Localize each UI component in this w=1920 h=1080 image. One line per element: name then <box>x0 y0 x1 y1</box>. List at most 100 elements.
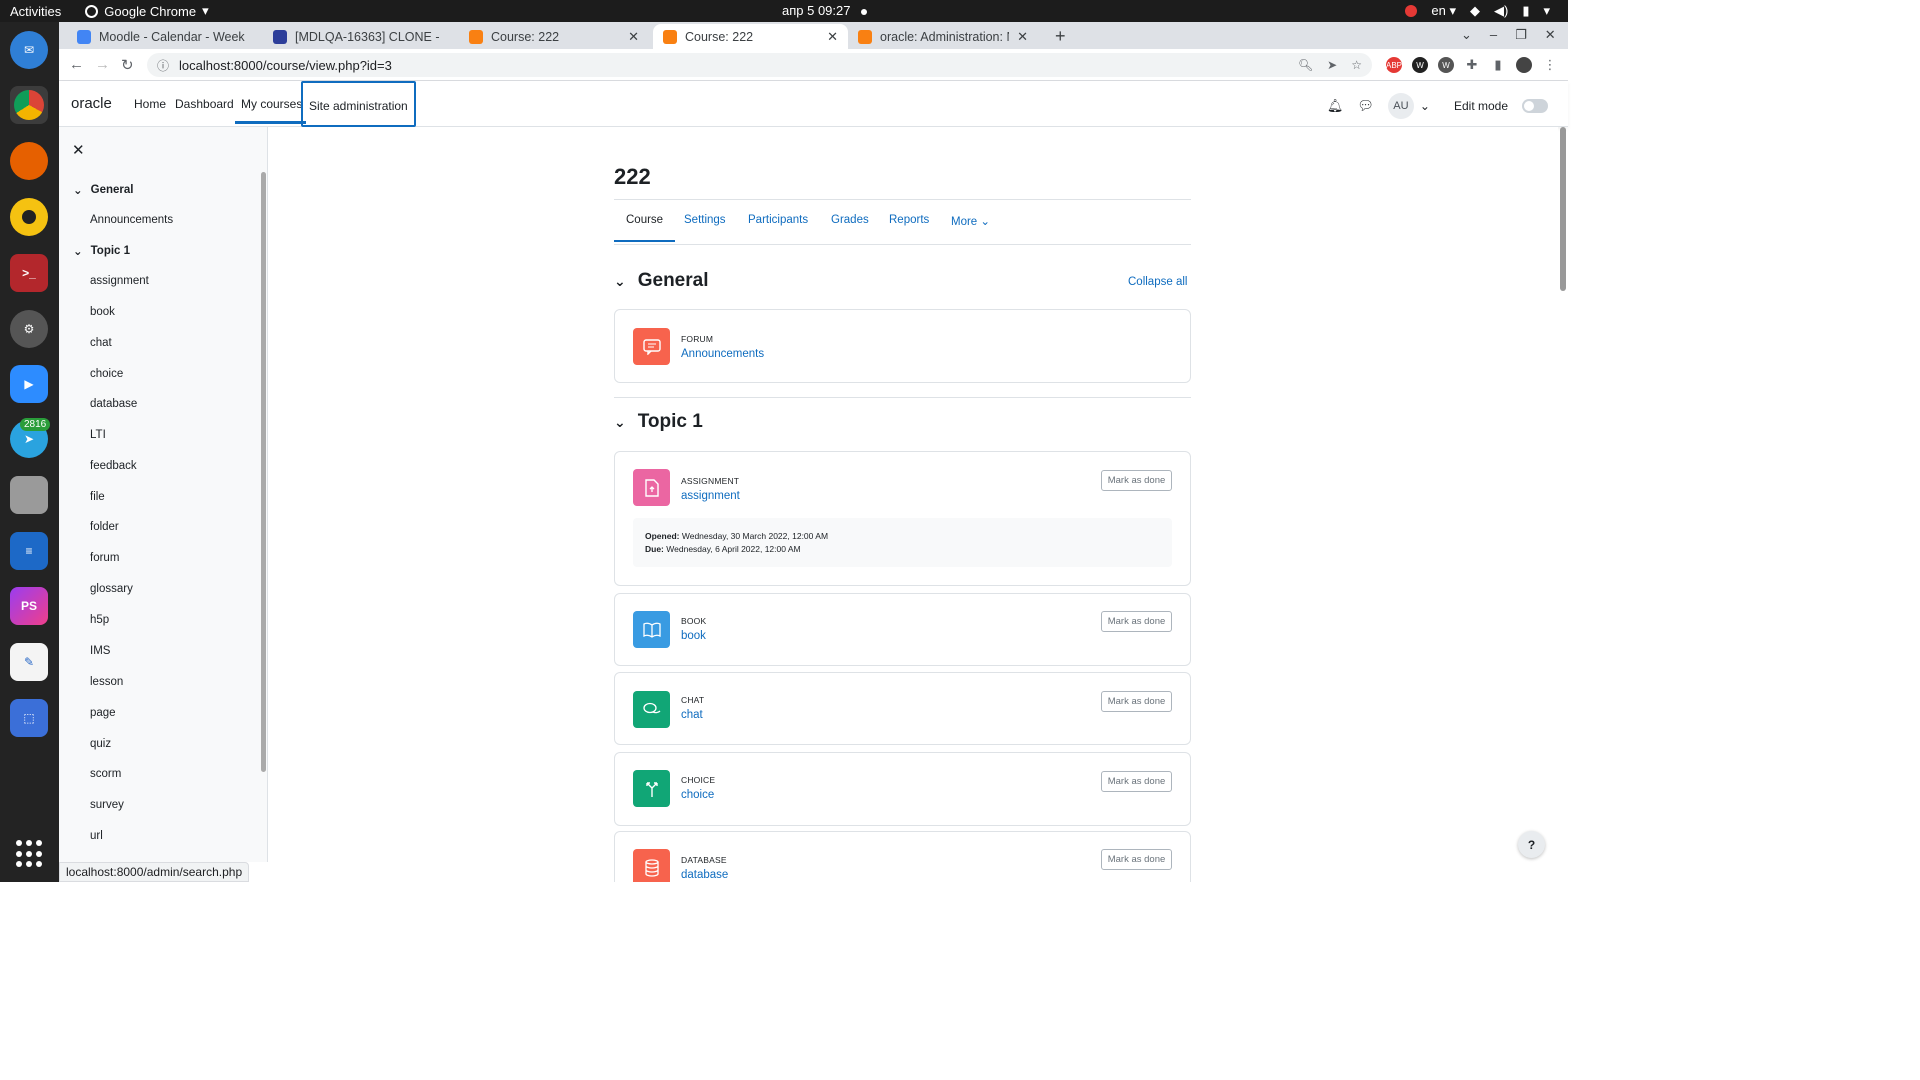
drawer-item[interactable]: h5p <box>90 614 109 626</box>
screenshot-icon[interactable]: ⬚ <box>10 699 48 737</box>
drawer-item[interactable]: feedback <box>90 460 137 472</box>
drawer-item[interactable]: chat <box>90 337 112 349</box>
browser-tab[interactable]: [MDLQA-16363] CLONE - U <box>263 24 453 49</box>
back-icon[interactable]: ← <box>69 56 84 73</box>
close-drawer-icon[interactable]: ✕ <box>72 141 85 159</box>
mark-as-done-button[interactable]: Mark as done <box>1101 470 1172 491</box>
text-editor-icon[interactable]: ✎ <box>10 643 48 681</box>
activity-link[interactable]: book <box>681 630 706 642</box>
activities-button[interactable]: Activities <box>10 4 61 19</box>
nav-my-courses[interactable]: My courses <box>235 97 307 124</box>
language-indicator[interactable]: en ▾ <box>1431 3 1456 19</box>
mark-as-done-button[interactable]: Mark as done <box>1101 849 1172 870</box>
firefox-icon[interactable] <box>10 142 48 180</box>
close-tab-icon[interactable]: ✕ <box>628 29 639 45</box>
phpstorm-icon[interactable]: PS <box>10 587 48 625</box>
messages-icon[interactable]: 💬︎ <box>1357 98 1374 114</box>
drawer-item[interactable]: assignment <box>90 275 149 287</box>
close-window-icon[interactable]: ✕ <box>1545 27 1556 43</box>
drawer-section-general[interactable]: ⌄ General <box>73 183 133 197</box>
app-menu[interactable]: Google Chrome ▾ <box>85 3 209 19</box>
drawer-item[interactable]: page <box>90 707 116 719</box>
extension-w-icon[interactable]: W <box>1412 57 1428 73</box>
drawer-item[interactable]: IMS <box>90 645 110 657</box>
drawer-item[interactable]: folder <box>90 521 119 533</box>
new-tab-button[interactable]: + <box>1045 24 1075 49</box>
zoom-magnifier-icon[interactable]: 🔍︎ <box>1298 58 1313 72</box>
address-bar[interactable]: ⓘ localhost:8000/course/view.php?id=3 🔍︎… <box>147 53 1372 77</box>
drawer-item[interactable]: forum <box>90 552 119 564</box>
side-panel-icon[interactable]: ▮ <box>1490 57 1506 73</box>
terminal-icon[interactable]: >_ <box>10 254 48 292</box>
show-apps-icon[interactable] <box>16 840 44 868</box>
section-topic-1-header[interactable]: ⌄ Topic 1 <box>614 411 703 433</box>
reload-icon[interactable]: ↻ <box>121 56 134 74</box>
collapse-all-link[interactable]: Collapse all <box>1128 276 1187 288</box>
activity-link[interactable]: choice <box>681 789 714 801</box>
adblock-icon[interactable]: ABP <box>1386 57 1402 73</box>
browser-tab-active[interactable]: Course: 222 ✕ <box>653 24 848 49</box>
browser-tab[interactable]: Moodle - Calendar - Week <box>67 24 257 49</box>
close-tab-icon[interactable]: ✕ <box>1017 29 1028 45</box>
tab-grades[interactable]: Grades <box>831 214 869 226</box>
nav-dashboard[interactable]: Dashboard <box>175 97 234 111</box>
tab-reports[interactable]: Reports <box>889 214 929 226</box>
drawer-section-topic-1[interactable]: ⌄ Topic 1 <box>73 244 130 258</box>
tab-search-icon[interactable]: ⌄ <box>1461 27 1472 43</box>
edit-mode-toggle[interactable] <box>1522 99 1548 113</box>
chrome-dock-icon[interactable] <box>10 86 48 124</box>
help-button[interactable]: ? <box>1518 831 1545 858</box>
activity-link[interactable]: database <box>681 869 728 881</box>
files-icon[interactable] <box>10 476 48 514</box>
site-brand[interactable]: oracle <box>71 95 112 112</box>
tab-more[interactable]: More ⌄ <box>951 214 990 228</box>
bookmark-star-icon[interactable]: ☆ <box>1351 58 1362 72</box>
tab-participants[interactable]: Participants <box>748 214 808 226</box>
site-info-icon[interactable]: ⓘ <box>157 57 169 74</box>
nav-home[interactable]: Home <box>134 97 166 111</box>
browser-tab[interactable]: Course: 222 ✕ <box>459 24 649 49</box>
mark-as-done-button[interactable]: Mark as done <box>1101 771 1172 792</box>
tab-course[interactable]: Course <box>614 214 676 242</box>
writer-icon[interactable]: ≡ <box>10 532 48 570</box>
settings-icon[interactable]: ⚙ <box>10 310 48 348</box>
activity-link[interactable]: assignment <box>681 490 740 502</box>
send-icon[interactable]: ➤ <box>1327 58 1337 72</box>
profile-avatar-icon[interactable] <box>1516 57 1532 73</box>
drawer-item[interactable]: scorm <box>90 768 121 780</box>
mark-as-done-button[interactable]: Mark as done <box>1101 611 1172 632</box>
notifications-bell-icon[interactable]: 🔔︎ <box>1327 98 1344 114</box>
clock[interactable]: апр 5 09:27 <box>782 3 867 18</box>
browser-tab[interactable]: oracle: Administration: No ✕ <box>848 24 1038 49</box>
forward-icon[interactable]: → <box>95 56 110 73</box>
minimize-icon[interactable]: – <box>1490 27 1497 43</box>
user-menu[interactable]: AU ⌄ <box>1387 93 1430 119</box>
drawer-item[interactable]: database <box>90 398 137 410</box>
drawer-item[interactable]: LTI <box>90 429 106 441</box>
drawer-item[interactable]: quiz <box>90 738 111 750</box>
zoom-icon[interactable]: ▶ <box>10 365 48 403</box>
rhythmbox-icon[interactable] <box>10 198 48 236</box>
extension-wp-icon[interactable]: W <box>1438 57 1454 73</box>
system-tray[interactable]: en ▾ ◆ ◀) ▮ ▾ <box>1405 3 1550 19</box>
drawer-scrollbar[interactable] <box>261 172 266 772</box>
drawer-item[interactable]: book <box>90 306 115 318</box>
close-tab-icon[interactable]: ✕ <box>827 29 838 45</box>
activity-link[interactable]: Announcements <box>681 348 764 360</box>
drawer-item[interactable]: glossary <box>90 583 133 595</box>
drawer-item[interactable]: choice <box>90 368 123 380</box>
page-scrollbar[interactable] <box>1560 127 1566 291</box>
drawer-item[interactable]: Announcements <box>90 214 173 226</box>
drawer-item[interactable]: url <box>90 830 103 842</box>
extensions-puzzle-icon[interactable]: ✚ <box>1464 57 1480 73</box>
chrome-menu-icon[interactable]: ⋮ <box>1542 57 1558 73</box>
activity-link[interactable]: chat <box>681 709 703 721</box>
section-general-header[interactable]: ⌄ General <box>614 270 709 292</box>
mark-as-done-button[interactable]: Mark as done <box>1101 691 1172 712</box>
thunderbird-icon[interactable]: ✉ <box>10 31 48 69</box>
tab-settings[interactable]: Settings <box>684 214 726 226</box>
maximize-icon[interactable]: ❐ <box>1515 27 1527 43</box>
drawer-item[interactable]: file <box>90 491 105 503</box>
drawer-item[interactable]: lesson <box>90 676 123 688</box>
drawer-item[interactable]: survey <box>90 799 124 811</box>
